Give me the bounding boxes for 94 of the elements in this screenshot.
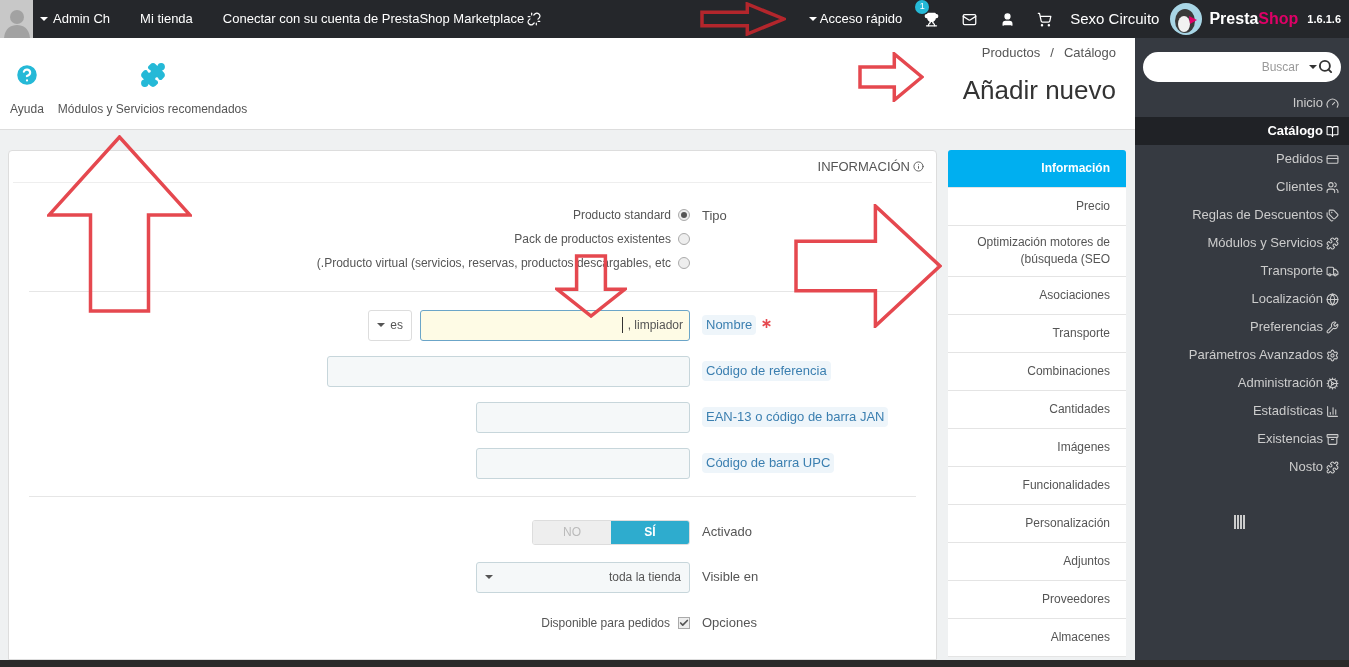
visibility-dropdown[interactable]: toda la tienda: [476, 561, 690, 593]
wrench-icon: [1326, 320, 1339, 334]
quick-access-menu[interactable]: Acceso rápido: [808, 9, 903, 29]
top-link[interactable]: Conectar con su cuenta de PrestaShop Marketplace: [222, 9, 525, 29]
sidebar-item[interactable]: Parámetros Avanzados: [1135, 341, 1349, 369]
annotation-arrow: [858, 52, 924, 102]
gear-icon: [1326, 376, 1339, 390]
archive-icon: [1326, 432, 1339, 446]
breadcrumb-link[interactable]: Productos: [981, 43, 1041, 63]
sidebar-item[interactable]: Módulos y Servicios: [1135, 229, 1349, 257]
cart-icon[interactable]: [1037, 11, 1053, 27]
truck-icon: [1326, 264, 1339, 278]
notification-count: 1: [915, 0, 930, 14]
radio-button[interactable]: [678, 233, 690, 245]
tags-icon: [1326, 208, 1339, 222]
credit-card-icon: [1326, 152, 1339, 166]
tab[interactable]: Almacenes: [948, 619, 1126, 657]
field-label: Código de barra UPC: [702, 453, 835, 473]
shop-name[interactable]: Sexo Circuito: [1070, 7, 1160, 31]
field-label: Tipo: [702, 208, 727, 223]
caret-icon: [1309, 64, 1317, 69]
search-field[interactable]: Buscar: [1143, 52, 1341, 82]
info-icon: [913, 161, 924, 172]
globe-icon: [1326, 292, 1339, 306]
sidebar-item[interactable]: Nosto: [1135, 453, 1349, 481]
gears-icon: [1326, 348, 1339, 362]
sidebar-item[interactable]: Catálogo: [1135, 117, 1349, 145]
puzzle-icon: [1326, 460, 1339, 474]
tab[interactable]: Transporte: [948, 315, 1126, 353]
checkbox-label: Disponible para pedidos: [541, 615, 670, 632]
breadcrumb-separator: /: [1050, 44, 1054, 62]
sidebar-item[interactable]: Localización: [1135, 285, 1349, 313]
tab[interactable]: Precio: [948, 188, 1126, 226]
radio-label: Producto standard: [572, 207, 671, 224]
toolbar-button[interactable]: Ayuda: [10, 62, 44, 118]
tab[interactable]: Adjuntos: [948, 543, 1126, 581]
logo-icon: [1169, 2, 1204, 36]
tab[interactable]: Funcionalidades: [948, 467, 1126, 505]
field-label: Nombre: [702, 315, 757, 335]
bar-chart-icon: [1326, 404, 1339, 418]
book-icon: [1326, 124, 1339, 138]
field-label: Opciones: [702, 614, 757, 633]
caret-icon: [808, 17, 817, 21]
field-label: Visible en: [702, 568, 759, 587]
sidebar-item[interactable]: Reglas de Descuentos: [1135, 201, 1349, 229]
radio-button[interactable]: [678, 209, 690, 221]
caret-icon: [377, 323, 386, 327]
caret-icon: [40, 17, 48, 21]
caret-icon: [485, 575, 493, 579]
checkbox[interactable]: [678, 617, 690, 629]
text-input[interactable]: [476, 401, 690, 433]
sidebar-item[interactable]: Clientes: [1135, 173, 1349, 201]
name-input[interactable]: , limpiador: [420, 309, 690, 341]
tab[interactable]: Asociaciones: [948, 277, 1126, 315]
search-icon: [1318, 59, 1333, 74]
trophy-icon[interactable]: [924, 11, 940, 27]
text-input[interactable]: [327, 355, 690, 387]
logo-text: PrestaShop: [1209, 9, 1299, 29]
page-title: Añadir nuevo: [962, 73, 1116, 107]
unlink-icon: [527, 12, 542, 26]
tab[interactable]: Optimización motores de (búsqueda (SEO: [948, 226, 1126, 277]
sidebar-item[interactable]: Transporte: [1135, 257, 1349, 285]
radio-label: Pack de productos existentes: [514, 231, 671, 248]
tab[interactable]: Proveedores: [948, 581, 1126, 619]
sidebar-item[interactable]: Administración: [1135, 369, 1349, 397]
version-label: 1.6.1.6: [1307, 11, 1341, 27]
mail-icon[interactable]: [962, 11, 978, 27]
user-menu[interactable]: Admin Ch: [40, 9, 111, 29]
field-label: Activado: [702, 523, 752, 542]
user-icon[interactable]: [1000, 11, 1016, 27]
text-input[interactable]: [476, 447, 690, 479]
top-link[interactable]: Mi tienda: [140, 9, 193, 29]
sidebar-item[interactable]: Estadísticas: [1135, 397, 1349, 425]
radio-button[interactable]: [678, 257, 690, 269]
tab[interactable]: Personalización: [948, 505, 1126, 543]
sidebar-item[interactable]: Existencias: [1135, 425, 1349, 453]
gauge-icon: [1326, 96, 1339, 110]
field-label: EAN-13 o código de barra JAN: [702, 407, 889, 427]
breadcrumb-link[interactable]: Catálogo: [1063, 43, 1116, 63]
users-icon: [1326, 180, 1339, 194]
sidebar-item[interactable]: Preferencias: [1135, 313, 1349, 341]
panel-title: INFORMACIÓN: [817, 157, 910, 176]
field-label: Código de referencia: [702, 361, 831, 381]
toolbar-button[interactable]: Módulos y Servicios recomendados: [57, 62, 248, 118]
puzzle-icon: [1326, 236, 1339, 250]
tab[interactable]: Cantidades: [948, 391, 1126, 429]
puzzle-icon: [139, 62, 166, 88]
tab[interactable]: Imágenes: [948, 429, 1126, 467]
sidebar-item[interactable]: Inicio: [1135, 89, 1349, 117]
language-dropdown[interactable]: es: [368, 309, 412, 341]
avatar-icon: [0, 0, 33, 38]
sidebar-item[interactable]: Pedidos: [1135, 145, 1349, 173]
tab[interactable]: Combinaciones: [948, 353, 1126, 391]
collapse-icon[interactable]: [1234, 515, 1246, 529]
